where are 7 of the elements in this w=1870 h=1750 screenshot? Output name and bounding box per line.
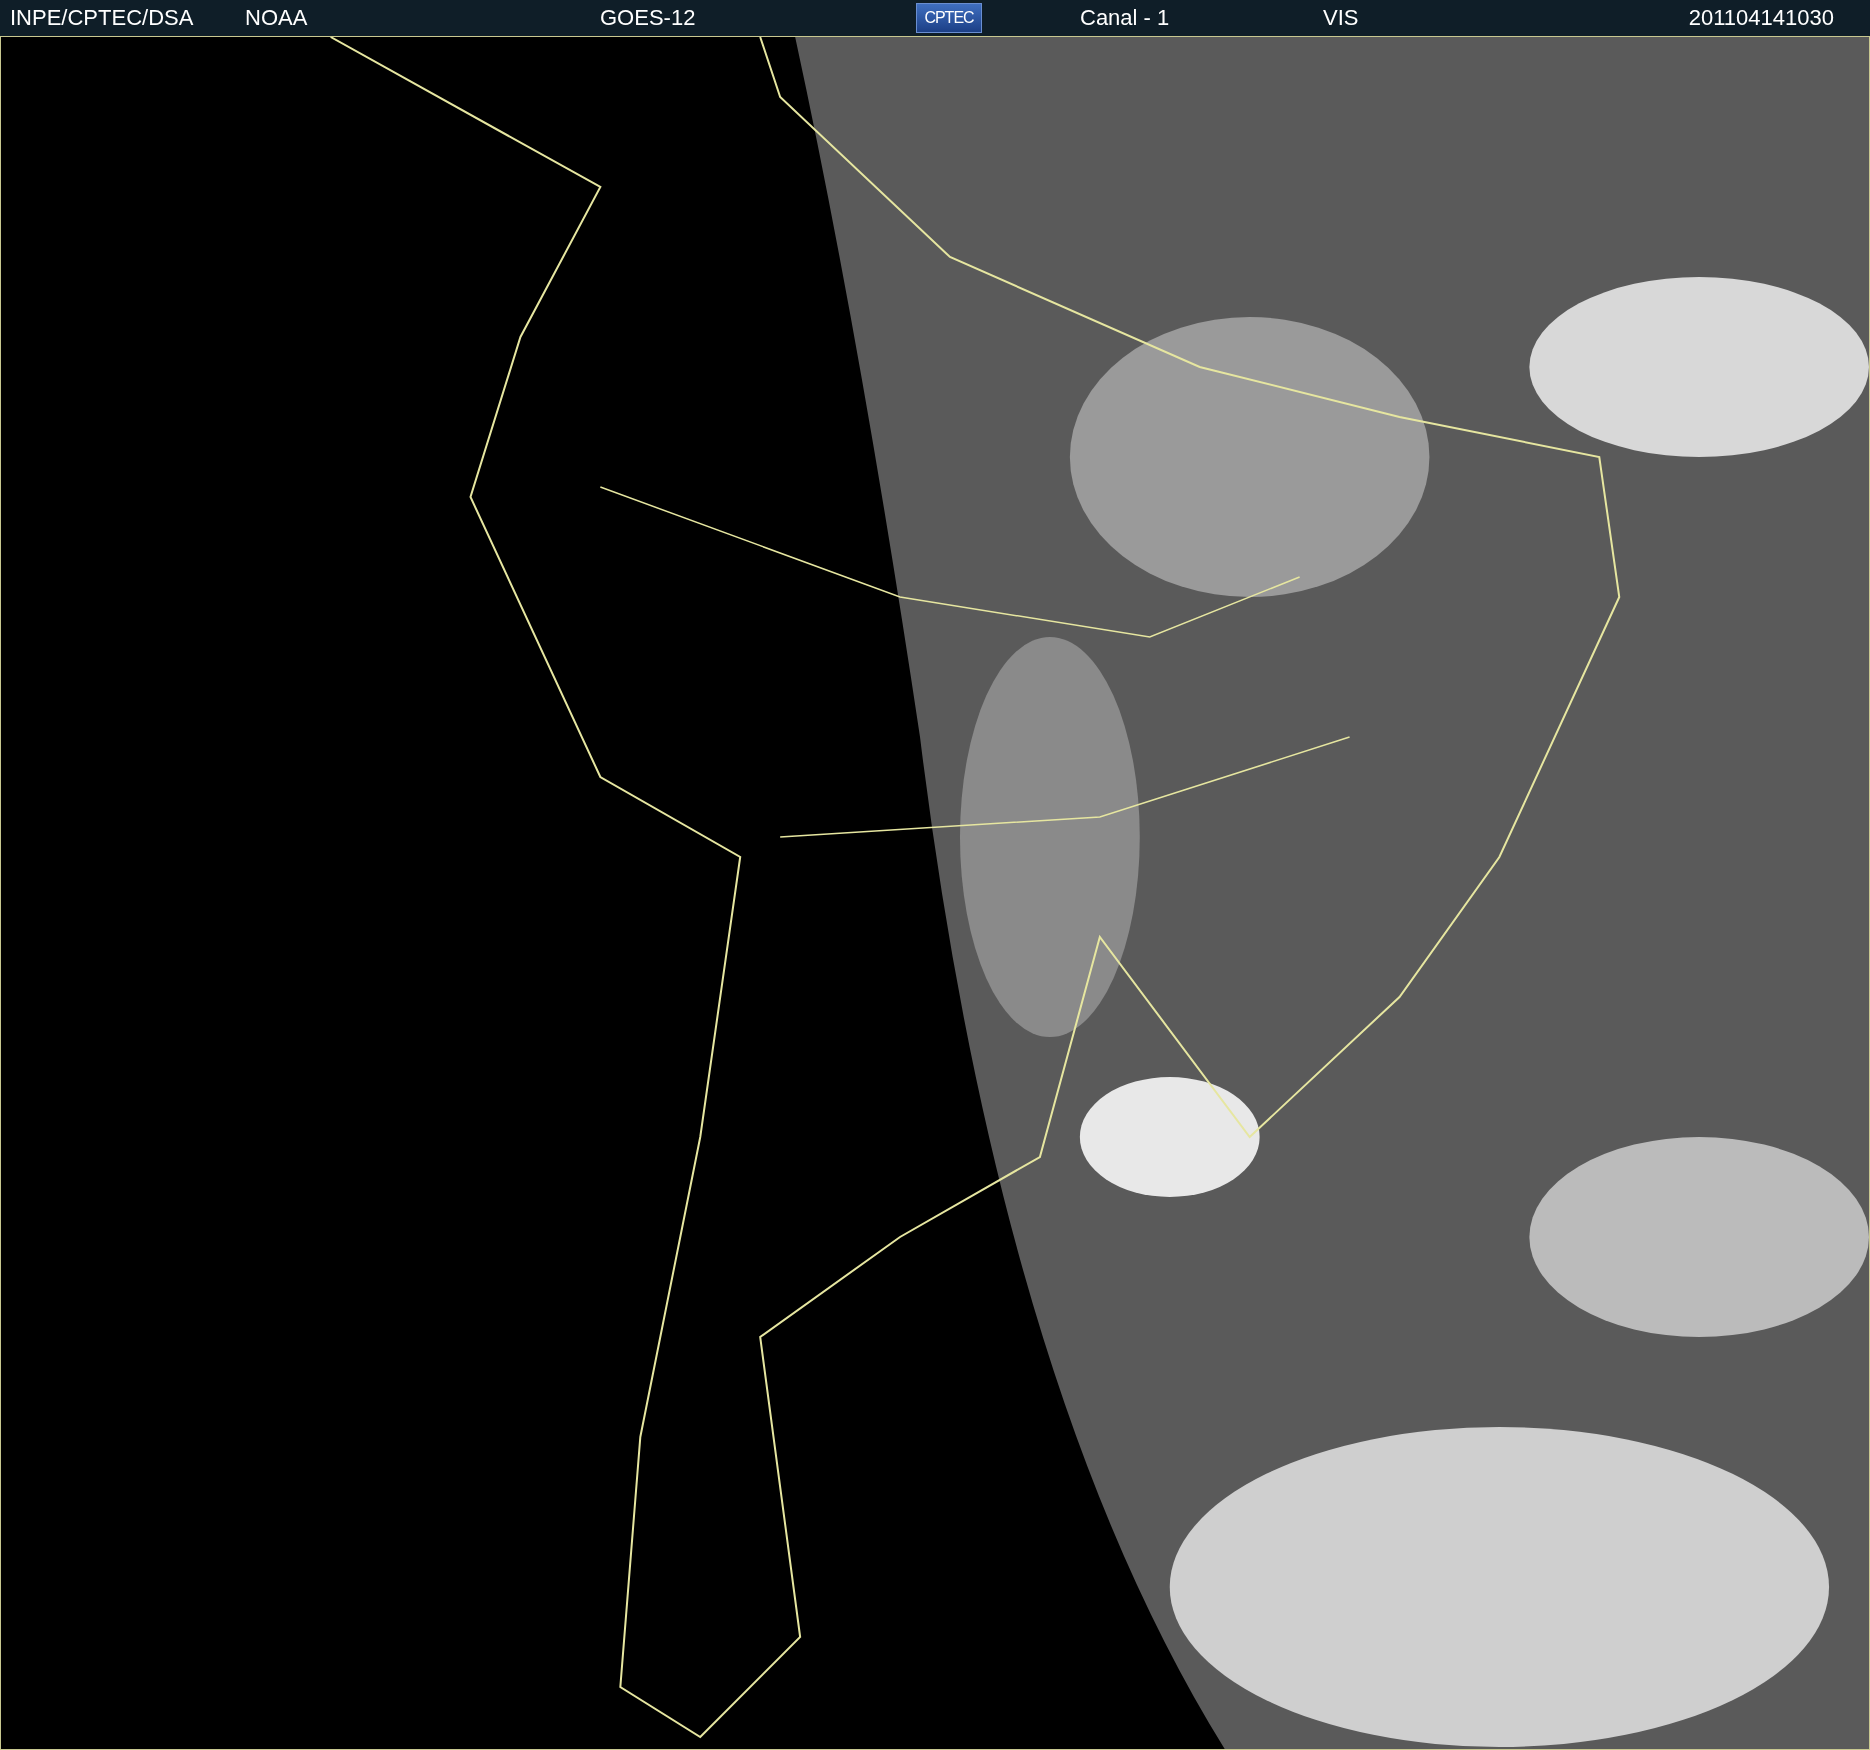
channel-label: Canal - 1 [1080, 5, 1171, 31]
satellite-label: GOES-12 [600, 5, 697, 31]
logo-badge: CPTEC [916, 3, 982, 33]
source-label: INPE/CPTEC/DSA [10, 5, 195, 31]
agency-label: NOAA [245, 5, 309, 31]
timestamp-label: 201104141030 [1688, 5, 1834, 31]
band-label: VIS [1323, 5, 1360, 31]
